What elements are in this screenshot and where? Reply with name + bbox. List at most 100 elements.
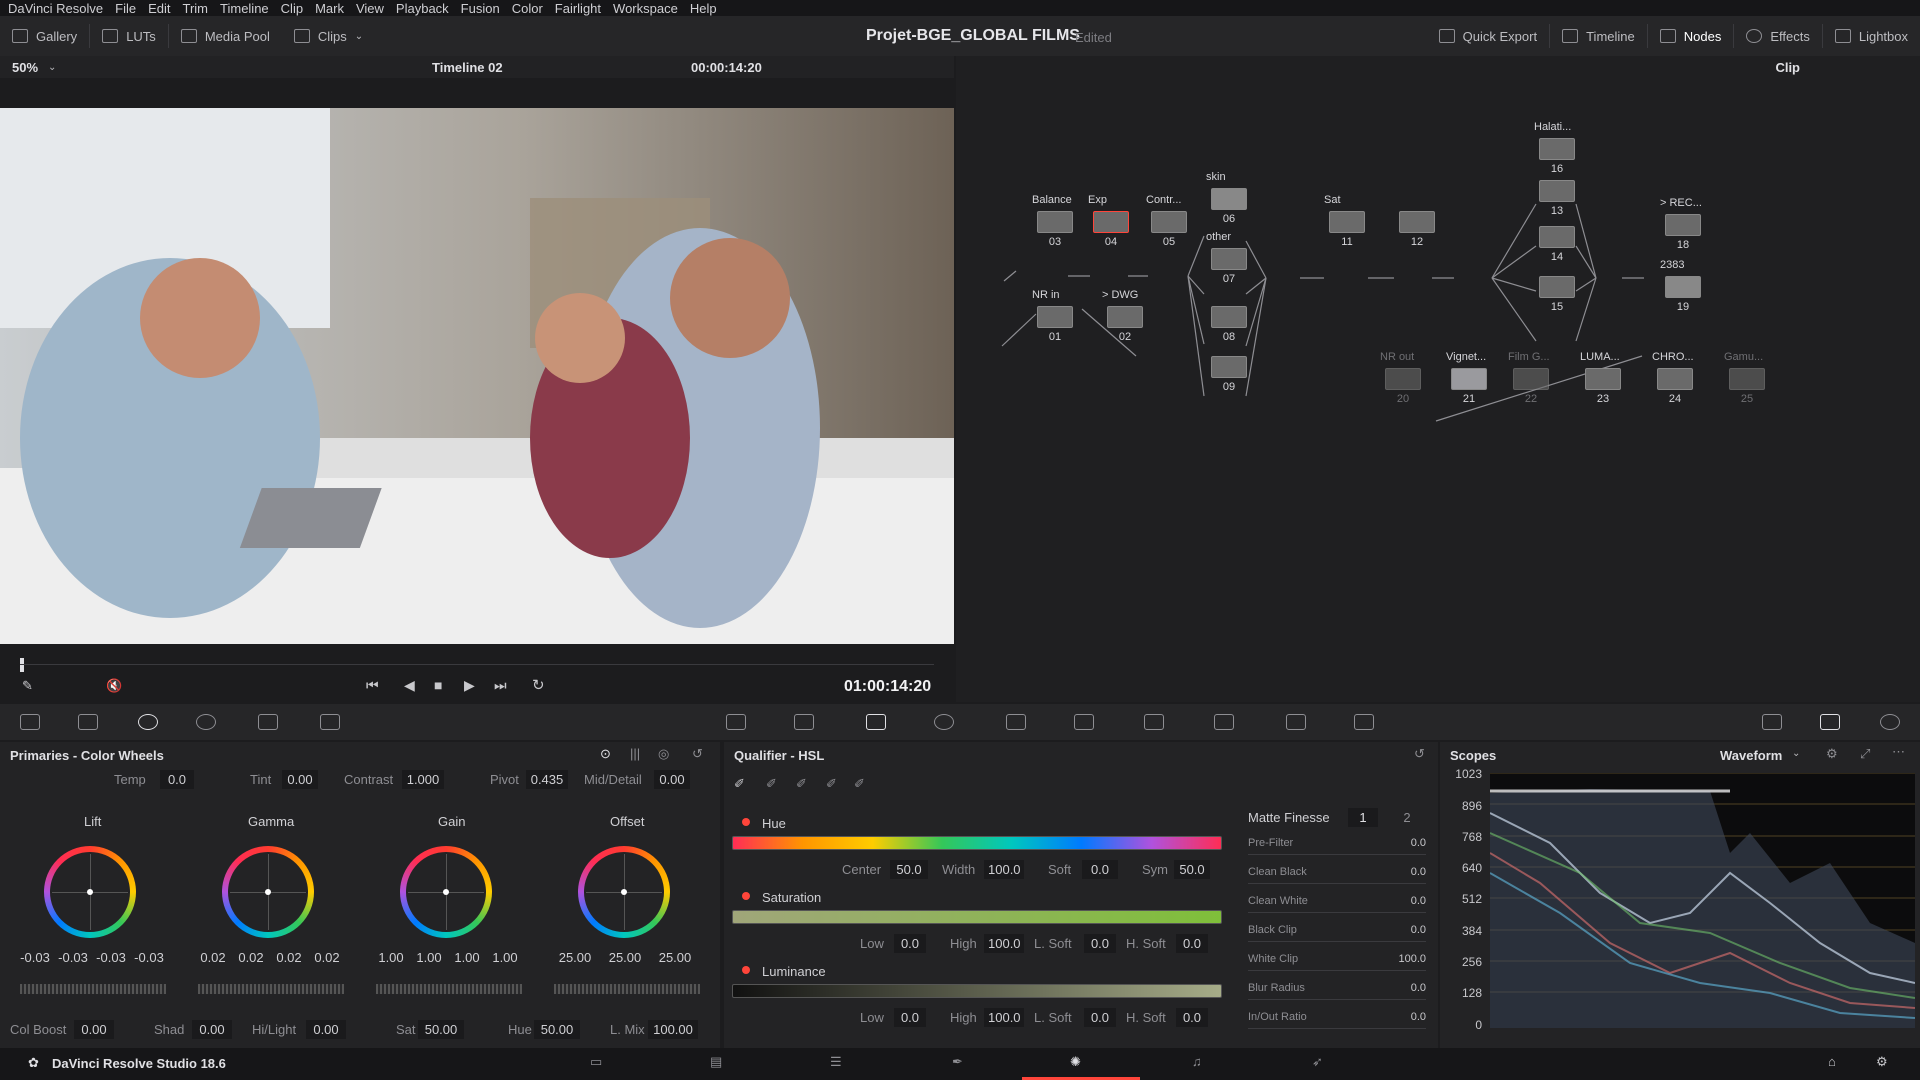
gain-master-wheel[interactable] [376,984,522,994]
gear-icon[interactable]: ⚙ [1876,1054,1888,1070]
lift-g[interactable]: -0.03 [92,950,130,965]
luminance-range-bar[interactable] [732,984,1222,998]
node-24[interactable]: CHRO... 24 [1652,351,1694,408]
node-20[interactable]: NR out 20 [1380,351,1422,408]
sat-hsoft-value[interactable]: 0.0 [1176,934,1208,953]
hue-width-value[interactable]: 100.0 [984,860,1024,879]
play-reverse-icon[interactable]: ◀ [404,677,415,694]
menu-color[interactable]: Color [512,1,543,16]
node-11[interactable]: Sat 11 [1324,194,1366,251]
offset-wheel[interactable] [578,846,670,938]
log-mode-icon[interactable]: ◎ [658,746,669,762]
hue-value[interactable]: 50.00 [534,1020,580,1039]
playhead[interactable] [20,658,24,672]
qualifier-icon[interactable] [866,714,886,730]
offset-b[interactable]: 25.00 [654,950,696,965]
mf-clean-white[interactable]: Clean White 0.0 [1248,895,1426,907]
contrast-value[interactable]: 1.000 [402,770,444,789]
media-pool-button[interactable]: Media Pool [169,16,282,56]
mf-blur-radius[interactable]: Blur Radius 0.0 [1248,982,1426,994]
offset-g[interactable]: 25.00 [604,950,646,965]
lift-y[interactable]: -0.03 [16,950,54,965]
menu-edit[interactable]: Edit [148,1,170,16]
node-18[interactable]: > REC... 18 [1660,197,1702,254]
waveform-scope[interactable] [1490,773,1915,1028]
node-19[interactable]: 2383 19 [1660,259,1702,316]
menu-view[interactable]: View [356,1,384,16]
lum-high-value[interactable]: 100.0 [984,1008,1024,1027]
motion-effects-icon[interactable] [320,714,340,730]
node-15[interactable]: 15 [1538,276,1576,316]
hdr-icon[interactable] [196,714,216,730]
color-match-icon[interactable] [78,714,98,730]
node-06[interactable]: skin 06 [1206,171,1248,228]
node-21[interactable]: Vignet... 21 [1446,351,1488,408]
matte-tab-1[interactable]: 1 [1348,808,1378,827]
node-05[interactable]: Contr... 05 [1146,194,1188,251]
eyedropper-icon[interactable]: ✎ [22,678,33,694]
node-04[interactable]: Exp 04 [1088,194,1130,251]
hue-soft-value[interactable]: 0.0 [1082,860,1118,879]
media-page-icon[interactable]: ▭ [590,1054,602,1070]
sizing-icon[interactable] [1286,714,1306,730]
viewer-image[interactable] [0,108,954,644]
lum-enable-toggle[interactable] [742,966,750,974]
nodes-button[interactable]: Nodes [1648,16,1734,56]
sat-high-value[interactable]: 100.0 [984,934,1024,953]
lum-lsoft-value[interactable]: 0.0 [1084,1008,1116,1027]
gain-b[interactable]: 1.00 [486,950,524,965]
menu-fairlight[interactable]: Fairlight [555,1,601,16]
sat-value[interactable]: 50.00 [418,1020,464,1039]
gain-y[interactable]: 1.00 [372,950,410,965]
tracker-icon[interactable] [1006,714,1026,730]
offset-master-wheel[interactable] [554,984,700,994]
picker-plus-icon[interactable]: ✐ [796,776,807,792]
quick-export-button[interactable]: Quick Export [1427,16,1549,56]
hilight-value[interactable]: 0.00 [306,1020,346,1039]
skip-end-icon[interactable]: ⏭ [494,677,507,694]
play-icon[interactable]: ▶ [464,677,475,694]
bars-mode-icon[interactable]: ||| [630,746,640,761]
mf-clean-black[interactable]: Clean Black 0.0 [1248,866,1426,878]
hue-range-bar[interactable] [732,836,1222,850]
mid-detail-value[interactable]: 0.00 [654,770,690,789]
deliver-page-icon[interactable]: ➶ [1312,1054,1323,1070]
timeline-button[interactable]: Timeline [1550,16,1647,56]
viewer-timecode[interactable]: 00:00:14:20 [691,60,762,75]
temp-value[interactable]: 0.0 [160,770,194,789]
clips-button[interactable]: Clips ⌄ [282,16,375,56]
lum-low-value[interactable]: 0.0 [894,1008,926,1027]
gamma-b[interactable]: 0.02 [308,950,346,965]
lift-r[interactable]: -0.03 [54,950,92,965]
3d-icon[interactable] [1354,714,1374,730]
reset-icon[interactable]: ↺ [1414,746,1425,762]
window-icon[interactable] [934,714,954,730]
node-12[interactable]: 12 [1398,211,1436,251]
sat-lsoft-value[interactable]: 0.0 [1084,934,1116,953]
info-icon[interactable] [1880,714,1900,730]
node-08[interactable]: 08 [1210,306,1248,346]
zoom-select[interactable]: 50% [12,60,38,75]
node-25[interactable]: Gamu... 25 [1724,351,1766,408]
node-01[interactable]: NR in 01 [1032,289,1074,346]
gamma-g[interactable]: 0.02 [270,950,308,965]
rgb-mixer-icon[interactable] [258,714,278,730]
menu-playback[interactable]: Playback [396,1,449,16]
menu-help[interactable]: Help [690,1,717,16]
stop-icon[interactable]: ■ [434,677,442,693]
node-09[interactable]: 09 [1210,356,1248,396]
more-icon[interactable]: ⋯ [1892,744,1905,760]
mf-inout-ratio[interactable]: In/Out Ratio 0.0 [1248,1011,1426,1023]
camera-raw-icon[interactable] [20,714,40,730]
gain-g[interactable]: 1.00 [448,950,486,965]
node-editor[interactable]: Clip Balance 03 Exp 04 Contr... 05 skin 06 o… [956,56,1920,702]
magic-mask-icon[interactable] [1074,714,1094,730]
home-icon[interactable]: ⌂ [1828,1054,1836,1069]
feather-minus-icon[interactable]: ✐ [826,776,837,792]
lift-master-wheel[interactable] [20,984,166,994]
menu-trim[interactable]: Trim [183,1,209,16]
node-03[interactable]: Balance 03 [1032,194,1074,251]
menu-mark[interactable]: Mark [315,1,344,16]
scope-type-select[interactable]: Waveform [1720,748,1782,763]
mute-icon[interactable]: 🔇 [106,678,122,694]
